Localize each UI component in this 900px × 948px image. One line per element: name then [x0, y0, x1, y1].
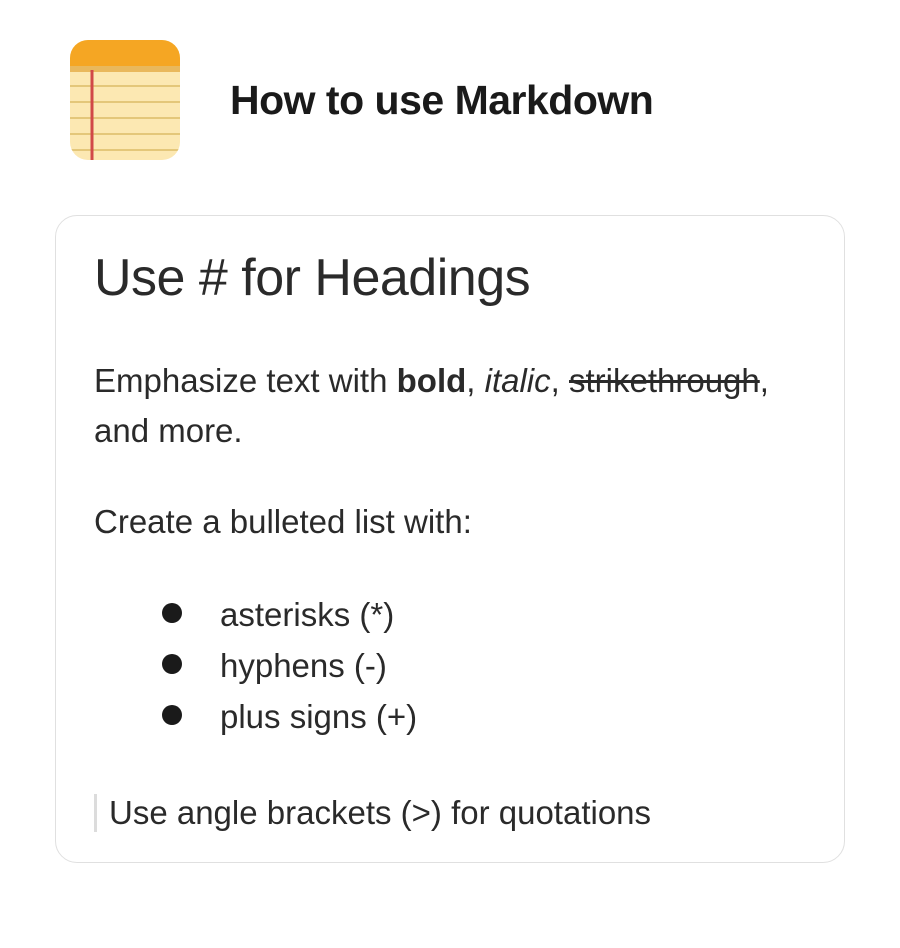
emphasis-text: Emphasize text with bold, italic, strike…: [94, 356, 806, 455]
card-heading: Use # for Headings: [94, 248, 806, 308]
list-item: asterisks (*): [162, 589, 806, 640]
markdown-card: Use # for Headings Emphasize text with b…: [55, 215, 845, 863]
emphasis-prefix: Emphasize text with: [94, 362, 397, 399]
list-item: plus signs (+): [162, 691, 806, 742]
emphasis-sep1: ,: [466, 362, 484, 399]
italic-example: italic: [485, 362, 551, 399]
list-item: hyphens (-): [162, 640, 806, 691]
list-intro: Create a bulleted list with:: [94, 503, 806, 541]
bullet-list: asterisks (*) hyphens (-) plus signs (+): [162, 589, 806, 742]
notepad-icon: [70, 40, 180, 160]
strikethrough-example: strikethrough: [569, 362, 760, 399]
page-header: How to use Markdown: [55, 40, 845, 160]
page-title: How to use Markdown: [230, 77, 653, 124]
blockquote-example: Use angle brackets (>) for quotations: [94, 794, 806, 832]
bold-example: bold: [397, 362, 467, 399]
emphasis-sep2: ,: [551, 362, 569, 399]
